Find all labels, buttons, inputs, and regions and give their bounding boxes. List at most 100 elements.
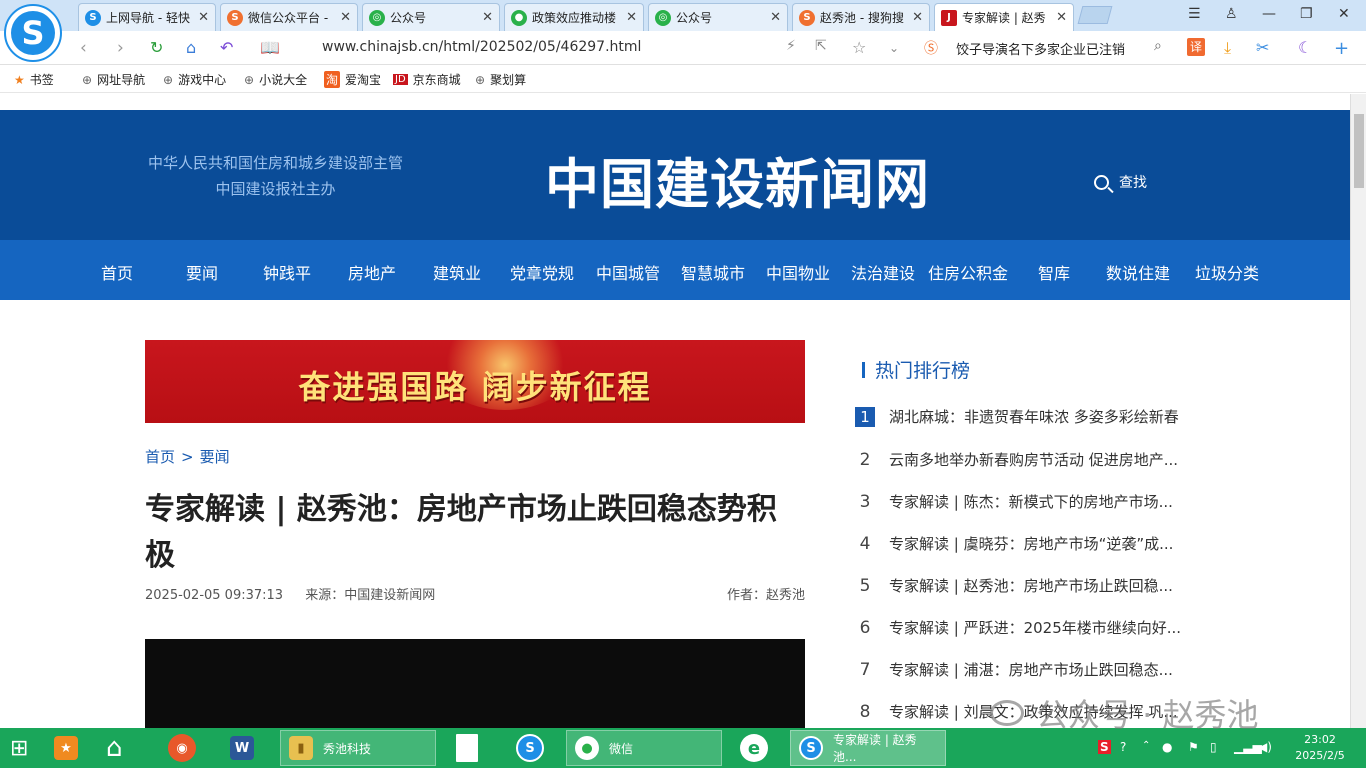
- close-icon[interactable]: ✕: [482, 10, 493, 25]
- taskbar-app[interactable]: ◉: [168, 730, 196, 766]
- search-icon[interactable]: ⌕: [1154, 38, 1162, 54]
- close-icon[interactable]: ✕: [626, 10, 637, 25]
- taskbar-window[interactable]: ▮ 秀池科技: [280, 730, 436, 766]
- nav-item[interactable]: 钟践平: [263, 260, 311, 284]
- taskbar-app[interactable]: W: [230, 730, 254, 766]
- bookmark-item[interactable]: ⊕ 小说大全: [244, 71, 307, 88]
- clock[interactable]: 23:02 2025/2/5: [1290, 732, 1350, 764]
- taskbar-app[interactable]: S: [516, 730, 544, 766]
- back-icon[interactable]: ‹: [80, 38, 87, 58]
- battery-icon[interactable]: ▯: [1210, 740, 1217, 754]
- close-icon[interactable]: ✕: [1056, 10, 1067, 25]
- hot-item[interactable]: 5 专家解读 | 赵秀池：房地产市场止跌回稳...: [855, 575, 1173, 596]
- lightning-icon[interactable]: ⚡: [786, 38, 796, 54]
- translate-icon[interactable]: 译: [1187, 38, 1205, 56]
- download-icon[interactable]: ⤓: [1224, 38, 1231, 58]
- close-icon[interactable]: ✕: [340, 10, 351, 25]
- flag-icon[interactable]: ⚑: [1188, 740, 1199, 754]
- sogou-search-engine-icon[interactable]: Ⓢ: [924, 38, 938, 58]
- nav-item[interactable]: 要闻: [186, 260, 218, 284]
- bookmark-item[interactable]: ⊕ 聚划算: [475, 71, 526, 88]
- nav-item[interactable]: 中国城管: [596, 260, 660, 284]
- taskbar-window-active[interactable]: S 专家解读 | 赵秀池...: [790, 730, 946, 766]
- nav-item[interactable]: 建筑业: [433, 260, 481, 284]
- browser-tab[interactable]: ◎ 公众号 ✕: [648, 3, 788, 31]
- page-scrollbar[interactable]: [1350, 94, 1366, 728]
- site-search-button[interactable]: 查找: [1094, 172, 1147, 192]
- nav-item[interactable]: 中国物业: [766, 260, 830, 284]
- hot-item[interactable]: 1 湖北麻城：非遗贺春年味浓 多姿多彩绘新春: [855, 406, 1179, 427]
- scrollbar-thumb[interactable]: [1354, 114, 1364, 188]
- site-header: 中华人民共和国住房和城乡建设部主管 中国建设报社主办 中国建设新闻网 查找: [0, 110, 1350, 240]
- search-input[interactable]: 饺子导演名下多家企业已注销: [956, 39, 1125, 58]
- promo-banner[interactable]: 奋进强国路 阔步新征程: [145, 340, 805, 423]
- nav-item[interactable]: 住房公积金: [928, 260, 1008, 284]
- nav-item[interactable]: 党章党规: [510, 260, 574, 284]
- undo-close-icon[interactable]: ↶: [220, 38, 233, 57]
- breadcrumb-section[interactable]: 要闻: [200, 448, 230, 466]
- browser-tab[interactable]: S 赵秀池 - 搜狗搜 ✕: [792, 3, 930, 31]
- night-mode-icon[interactable]: ☾: [1298, 38, 1312, 57]
- minimize-icon[interactable]: —: [1262, 6, 1276, 22]
- close-icon[interactable]: ✕: [198, 10, 209, 25]
- nav-item[interactable]: 数说住建: [1106, 260, 1170, 284]
- url-field[interactable]: www.chinajsb.cn/html/202502/05/46297.htm…: [322, 39, 641, 55]
- restore-icon[interactable]: ❐: [1300, 6, 1313, 22]
- close-icon[interactable]: ✕: [770, 10, 781, 25]
- taskbar-app[interactable]: ★: [54, 730, 78, 766]
- help-icon[interactable]: ?: [1120, 740, 1126, 754]
- taskbar-app[interactable]: [456, 730, 478, 766]
- browser-tab[interactable]: S 微信公众平台 - ✕: [220, 3, 358, 31]
- bookmark-item[interactable]: 淘爱淘宝: [324, 71, 381, 88]
- wechat-tray-icon[interactable]: ●: [1162, 740, 1172, 754]
- taskbar-app[interactable]: e: [740, 730, 768, 766]
- word-icon: W: [230, 736, 254, 760]
- site-logo-title[interactable]: 中国建设新闻网: [545, 140, 930, 219]
- bookmark-item[interactable]: ⊕ 游戏中心: [163, 71, 226, 88]
- sogou-ime-icon[interactable]: S: [1098, 740, 1111, 754]
- breadcrumb-home[interactable]: 首页: [145, 448, 175, 466]
- forward-icon[interactable]: ›: [117, 38, 124, 58]
- share-icon[interactable]: ⇱: [815, 38, 827, 54]
- folder-icon: ▮: [289, 736, 313, 760]
- new-tab-button[interactable]: [1077, 6, 1113, 24]
- taskbar-window[interactable]: ● 微信: [566, 730, 722, 766]
- skin-icon[interactable]: ♙: [1225, 6, 1238, 22]
- taskbar-app[interactable]: ⌂: [106, 730, 123, 766]
- star-icon: ★: [14, 72, 25, 87]
- nav-item[interactable]: 房地产: [348, 260, 396, 284]
- reader-icon[interactable]: 📖: [260, 38, 280, 57]
- hot-item[interactable]: 4 专家解读 | 虞晓芬：房地产市场“逆袭”成...: [855, 533, 1174, 554]
- nav-item[interactable]: 智慧城市: [681, 260, 745, 284]
- hot-item[interactable]: 6 专家解读 | 严跃进：2025年楼市继续向好...: [855, 617, 1182, 638]
- screenshot-icon[interactable]: ✂: [1256, 38, 1269, 57]
- hot-item[interactable]: 3 专家解读 | 陈杰：新模式下的房地产市场...: [855, 491, 1173, 512]
- tray-expand-icon[interactable]: ⌃: [1142, 740, 1150, 751]
- browser-tab[interactable]: ● 政策效应推动楼 ✕: [504, 3, 644, 31]
- refresh-icon[interactable]: ↻: [150, 38, 163, 57]
- nav-item[interactable]: 智库: [1038, 260, 1070, 284]
- breadcrumb: 首页 > 要闻: [145, 446, 230, 467]
- bookmark-item[interactable]: JD 京东商城: [393, 71, 461, 88]
- window-close-icon[interactable]: ✕: [1338, 6, 1350, 22]
- bookmark-item[interactable]: ⊕ 网址导航: [82, 71, 145, 88]
- home-icon[interactable]: ⌂: [186, 38, 196, 57]
- close-icon[interactable]: ✕: [912, 10, 923, 25]
- browser-tab[interactable]: ◎ 公众号 ✕: [362, 3, 500, 31]
- add-icon[interactable]: +: [1334, 38, 1349, 59]
- nav-item[interactable]: 垃圾分类: [1195, 260, 1259, 284]
- nav-item[interactable]: 法治建设: [851, 260, 915, 284]
- hot-item[interactable]: 2 云南多地举办新春购房节活动 促进房地产...: [855, 449, 1179, 470]
- article-media[interactable]: [145, 639, 805, 728]
- browser-tab[interactable]: S 上网导航 - 轻快 ✕: [78, 3, 216, 31]
- volume-icon[interactable]: ◀): [1258, 740, 1272, 754]
- sogou-browser-logo-icon[interactable]: S: [4, 4, 62, 62]
- browser-tab-active[interactable]: J 专家解读 | 赵秀 ✕: [934, 3, 1074, 31]
- start-button[interactable]: ⊞: [10, 730, 28, 766]
- chevron-down-icon[interactable]: ⌄: [889, 41, 899, 55]
- bookmark-item[interactable]: ★ 书签: [14, 71, 54, 88]
- nav-item-home[interactable]: 首页: [101, 260, 133, 284]
- hot-item[interactable]: 7 专家解读 | 浦湛：房地产市场止跌回稳态...: [855, 659, 1173, 680]
- menu-icon[interactable]: ☰: [1188, 6, 1201, 22]
- star-icon[interactable]: ☆: [852, 38, 866, 57]
